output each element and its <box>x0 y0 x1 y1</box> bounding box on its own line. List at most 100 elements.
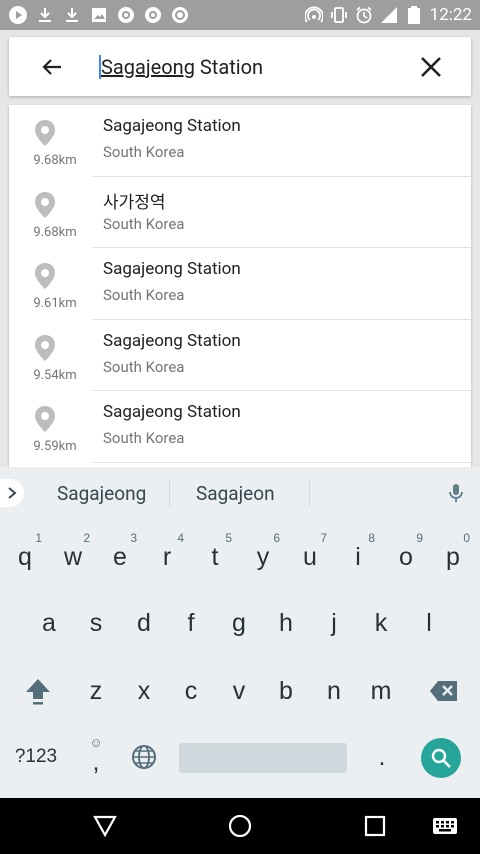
list-item[interactable]: 9.68km 사가정역 South Korea <box>9 177 471 248</box>
key-hint: 7 <box>320 531 327 545</box>
nav-home-button[interactable] <box>226 812 254 840</box>
shift-key[interactable] <box>10 662 66 720</box>
list-item[interactable]: 9.68km Sagajeong Station South Korea <box>9 105 471 177</box>
key-label: y <box>256 542 270 571</box>
key-hint: 8 <box>368 531 375 545</box>
back-button[interactable] <box>23 37 81 96</box>
back-triangle-icon <box>93 815 117 837</box>
location-pin-icon <box>35 120 55 146</box>
status-left-icons <box>8 5 190 25</box>
suggestion-strip: Sagajeong Sagajeon <box>0 467 480 519</box>
key-label: e <box>113 542 127 571</box>
search-icon <box>431 748 451 768</box>
backspace-key[interactable] <box>416 662 472 720</box>
globe-icon <box>132 745 156 769</box>
key-y[interactable]: y6 <box>240 527 286 587</box>
nav-keyboard-switch-button[interactable] <box>431 812 459 840</box>
key-label: o <box>399 542 413 571</box>
space-key[interactable] <box>179 743 347 773</box>
key-h[interactable]: h <box>263 594 309 652</box>
search-input-text: Station <box>194 54 264 79</box>
alarm-icon <box>355 6 373 24</box>
key-o[interactable]: o9 <box>383 527 429 587</box>
result-subtitle: South Korea <box>103 143 185 161</box>
location-pin-icon <box>35 406 55 432</box>
symbols-key[interactable]: ?123 <box>6 731 66 783</box>
download-icon <box>35 5 55 25</box>
key-s[interactable]: s <box>73 594 119 652</box>
search-input-composing-text: Sagajeong <box>101 54 195 79</box>
period-key[interactable]: . <box>360 731 404 783</box>
suggestion-item[interactable]: Sagajeon <box>196 467 275 519</box>
key-hint: 5 <box>225 531 232 545</box>
backspace-icon <box>430 681 457 701</box>
distance-label: 9.68km <box>33 224 77 240</box>
key-w[interactable]: w2 <box>50 527 96 587</box>
notification-icon <box>116 5 136 25</box>
play-icon <box>8 5 28 25</box>
key-t[interactable]: t5 <box>192 527 238 587</box>
key-label: t <box>211 542 219 571</box>
nav-recents-button[interactable] <box>361 812 389 840</box>
list-item[interactable]: 9.59km Sagajeong Station South Korea <box>9 391 471 463</box>
arrow-back-icon <box>42 58 61 75</box>
key-hint: 6 <box>273 531 280 545</box>
key-q[interactable]: q1 <box>2 527 48 587</box>
result-subtitle: South Korea <box>103 286 185 304</box>
notification-icon <box>143 5 163 25</box>
vibrate-icon <box>330 6 348 24</box>
key-hint: 0 <box>463 531 470 545</box>
key-hint: 2 <box>83 531 90 545</box>
search-input[interactable]: Sagajeong Station <box>99 54 264 79</box>
key-c[interactable]: c <box>168 662 214 720</box>
expand-suggestions-button[interactable] <box>0 479 24 507</box>
key-b[interactable]: b <box>263 662 309 720</box>
key-a[interactable]: a <box>26 594 72 652</box>
key-z[interactable]: z <box>73 662 119 720</box>
location-pin-icon <box>35 191 55 218</box>
key-n[interactable]: n <box>311 662 357 720</box>
language-key[interactable] <box>122 731 166 783</box>
key-u[interactable]: u7 <box>287 527 333 587</box>
key-v[interactable]: v <box>216 662 262 720</box>
download-icon <box>62 5 82 25</box>
key-m[interactable]: m <box>358 662 404 720</box>
key-i[interactable]: i8 <box>335 527 381 587</box>
suggestion-item[interactable]: Sagajeong <box>57 467 146 519</box>
shift-icon <box>26 679 50 705</box>
microphone-icon[interactable] <box>444 481 468 505</box>
result-title: Sagajeong Station <box>103 402 241 422</box>
list-item[interactable]: 9.54km Sagajeong Station South Korea <box>9 320 471 391</box>
result-title: Sagajeong Station <box>103 330 241 351</box>
key-label: w <box>63 542 83 571</box>
key-d[interactable]: d <box>121 594 167 652</box>
search-bar: Sagajeong Station <box>9 37 471 96</box>
keyboard: q1 w2 e3 r4 t5 y6 u7 i8 o9 p0 a s d f g … <box>0 519 480 798</box>
key-g[interactable]: g <box>216 594 262 652</box>
status-right-icons: 12:22 <box>304 5 472 25</box>
comma-key[interactable]: ☺ , <box>74 731 118 783</box>
result-title: 사가정역 <box>103 192 166 213</box>
key-r[interactable]: r4 <box>144 527 190 587</box>
clear-button[interactable] <box>403 37 459 96</box>
key-l[interactable]: l <box>406 594 452 652</box>
list-item[interactable]: 9.61km Sagajeong Station South Korea <box>9 248 471 320</box>
key-e[interactable]: e3 <box>97 527 143 587</box>
battery-icon <box>405 6 423 24</box>
key-k[interactable]: k <box>358 594 404 652</box>
hotspot-icon <box>304 6 323 24</box>
divider <box>309 480 310 506</box>
result-subtitle: South Korea <box>103 357 185 376</box>
key-f[interactable]: f <box>168 594 214 652</box>
key-x[interactable]: x <box>121 662 167 720</box>
result-subtitle: South Korea <box>103 214 185 233</box>
status-bar: 12:22 <box>0 0 480 30</box>
distance-label: 9.61km <box>33 296 77 311</box>
signal-icon <box>380 6 398 24</box>
key-p[interactable]: p0 <box>430 527 476 587</box>
result-title: Sagajeong Station <box>103 116 241 136</box>
nav-back-button[interactable] <box>91 812 119 840</box>
key-label: , <box>92 747 100 776</box>
key-j[interactable]: j <box>311 594 357 652</box>
search-action-button[interactable] <box>421 738 461 778</box>
